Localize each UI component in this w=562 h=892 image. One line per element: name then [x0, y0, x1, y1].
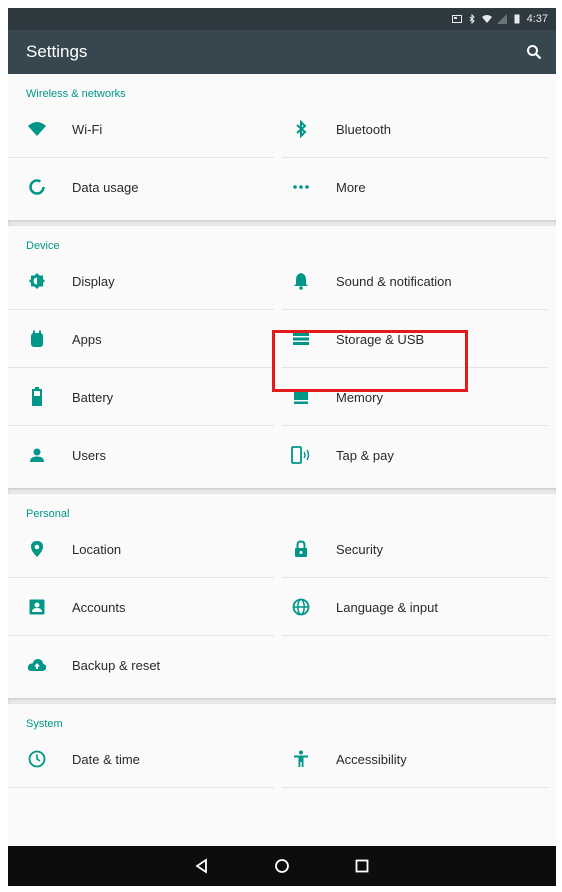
setting-display[interactable]: Display: [8, 252, 282, 310]
setting-label: Data usage: [72, 179, 139, 195]
setting-label: Tap & pay: [336, 447, 394, 463]
recents-icon: [355, 859, 369, 873]
setting-wifi[interactable]: Wi-Fi: [8, 100, 282, 158]
wifi-icon: [26, 118, 48, 140]
setting-label: Date & time: [72, 751, 140, 767]
setting-label: Sound & notification: [336, 273, 452, 289]
setting-label: Memory: [336, 389, 383, 405]
setting-language[interactable]: Language & input: [282, 578, 556, 636]
setting-data-usage[interactable]: Data usage: [8, 158, 282, 216]
device-grid: Display Sound & notification Apps Storag…: [8, 252, 556, 484]
setting-users[interactable]: Users: [8, 426, 282, 484]
page-title: Settings: [26, 42, 88, 61]
home-icon: [275, 859, 289, 873]
setting-security[interactable]: Security: [282, 520, 556, 578]
accessibility-icon: [290, 748, 312, 770]
data-usage-icon: [26, 176, 48, 198]
setting-memory[interactable]: Memory: [282, 368, 556, 426]
more-icon: [290, 176, 312, 198]
setting-label: Accessibility: [336, 751, 407, 767]
display-icon: [26, 270, 48, 292]
setting-label: Display: [72, 273, 115, 289]
clock-icon: [26, 748, 48, 770]
bluetooth-status-icon: [469, 14, 475, 24]
bell-icon: [290, 270, 312, 292]
app-toolbar: Settings: [8, 30, 556, 74]
home-button[interactable]: [271, 855, 293, 877]
back-icon: [195, 858, 207, 874]
recents-button[interactable]: [351, 855, 373, 877]
bluetooth-icon: [290, 118, 312, 140]
setting-more[interactable]: More: [282, 158, 556, 216]
apps-icon: [26, 328, 48, 350]
setting-location[interactable]: Location: [8, 520, 282, 578]
settings-screen: 4:37 Settings Wireless & networks Wi-Fi …: [8, 8, 556, 886]
setting-label: Security: [336, 541, 383, 557]
status-bar: 4:37: [8, 8, 556, 30]
setting-label: Bluetooth: [336, 121, 391, 137]
user-icon: [26, 444, 48, 466]
cloud-icon: [26, 654, 48, 676]
setting-bluetooth[interactable]: Bluetooth: [282, 100, 556, 158]
section-header-personal: Personal: [26, 508, 70, 520]
empty-cell: [282, 636, 556, 694]
section-header-device: Device: [26, 240, 60, 252]
setting-label: Accounts: [72, 599, 126, 615]
memory-icon: [290, 386, 312, 408]
setting-label: Location: [72, 541, 122, 557]
setting-accounts[interactable]: Accounts: [8, 578, 282, 636]
setting-accessibility[interactable]: Accessibility: [282, 730, 556, 788]
navigation-bar: [8, 846, 556, 886]
accounts-icon: [26, 596, 48, 618]
setting-date-time[interactable]: Date & time: [8, 730, 282, 788]
back-button[interactable]: [191, 855, 213, 877]
section-header-wireless: Wireless & networks: [26, 88, 126, 100]
status-time: 4:37: [526, 13, 548, 25]
setting-label: Battery: [72, 389, 114, 405]
personal-grid: Location Security Accounts Language & in…: [8, 520, 556, 694]
wifi-status-icon: [481, 15, 492, 23]
section-header-system: System: [26, 718, 63, 730]
battery-status-icon: [514, 14, 520, 24]
setting-storage[interactable]: Storage & USB: [282, 310, 556, 368]
setting-battery[interactable]: Battery: [8, 368, 282, 426]
setting-backup[interactable]: Backup & reset: [8, 636, 282, 694]
setting-sound[interactable]: Sound & notification: [282, 252, 556, 310]
location-icon: [26, 538, 48, 560]
setting-tap-pay[interactable]: Tap & pay: [282, 426, 556, 484]
signal-icon: [496, 14, 507, 24]
setting-label: Apps: [72, 331, 102, 347]
battery-icon: [26, 386, 48, 408]
setting-label: Backup & reset: [72, 657, 161, 673]
setting-label: Language & input: [336, 599, 438, 615]
search-icon[interactable]: [526, 44, 542, 60]
globe-icon: [290, 596, 312, 618]
storage-icon: [290, 328, 312, 350]
setting-label: Users: [72, 447, 106, 463]
wireless-grid: Wi-Fi Bluetooth Data usage More: [8, 100, 556, 216]
cast-icon: [451, 15, 462, 23]
lock-icon: [290, 538, 312, 560]
setting-label: Wi-Fi: [72, 121, 103, 137]
setting-label: Storage & USB: [336, 331, 425, 347]
tap-pay-icon: [290, 444, 312, 466]
setting-apps[interactable]: Apps: [8, 310, 282, 368]
setting-label: More: [336, 179, 366, 195]
system-grid: Date & time Accessibility: [8, 730, 556, 788]
